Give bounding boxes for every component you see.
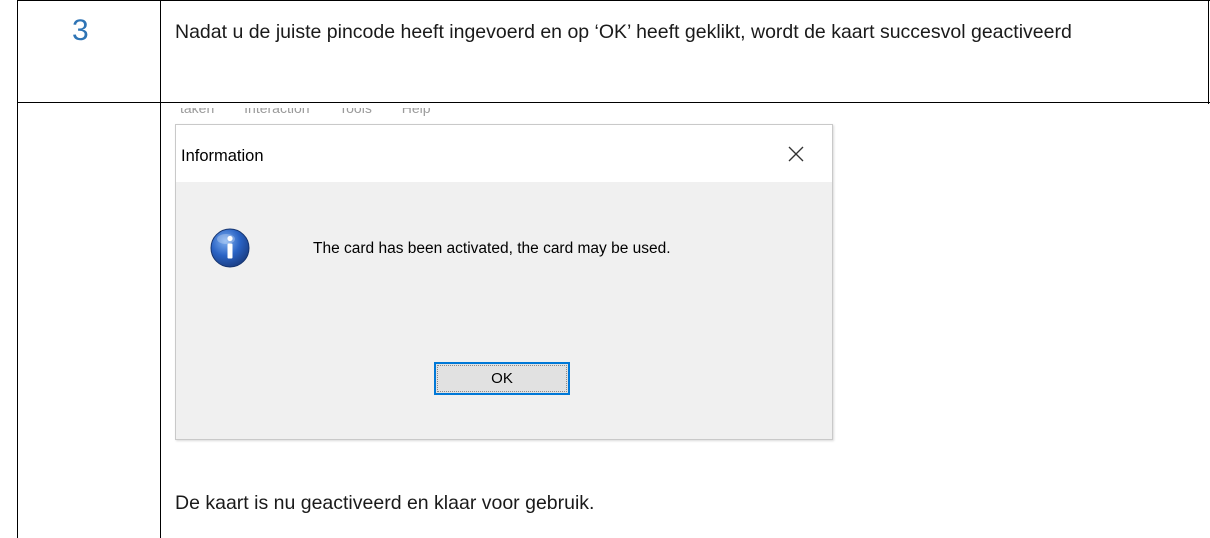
table-row-divider bbox=[17, 102, 1210, 103]
step-caption: De kaart is nu geactiveerd en klaar voor… bbox=[175, 492, 595, 514]
step-instruction: Nadat u de juiste pincode heeft ingevoer… bbox=[175, 21, 1072, 43]
close-icon[interactable] bbox=[781, 139, 811, 169]
information-dialog: Information The card has been activated,… bbox=[175, 124, 833, 440]
dialog-message: The card has been activated, the card ma… bbox=[313, 240, 671, 257]
table-border-right bbox=[1208, 0, 1209, 104]
table-column-divider bbox=[160, 0, 161, 538]
table-border-left bbox=[17, 0, 18, 538]
background-menu-bar: taken Interaction Tools Help bbox=[180, 108, 820, 122]
ok-button[interactable]: OK bbox=[434, 362, 570, 395]
dialog-title-bar: Information bbox=[176, 125, 832, 182]
step-number: 3 bbox=[72, 14, 89, 47]
table-border-top bbox=[17, 0, 1210, 1]
background-menu-text: taken Interaction Tools Help bbox=[180, 108, 431, 116]
info-icon bbox=[210, 228, 250, 268]
dialog-title: Information bbox=[181, 147, 264, 165]
